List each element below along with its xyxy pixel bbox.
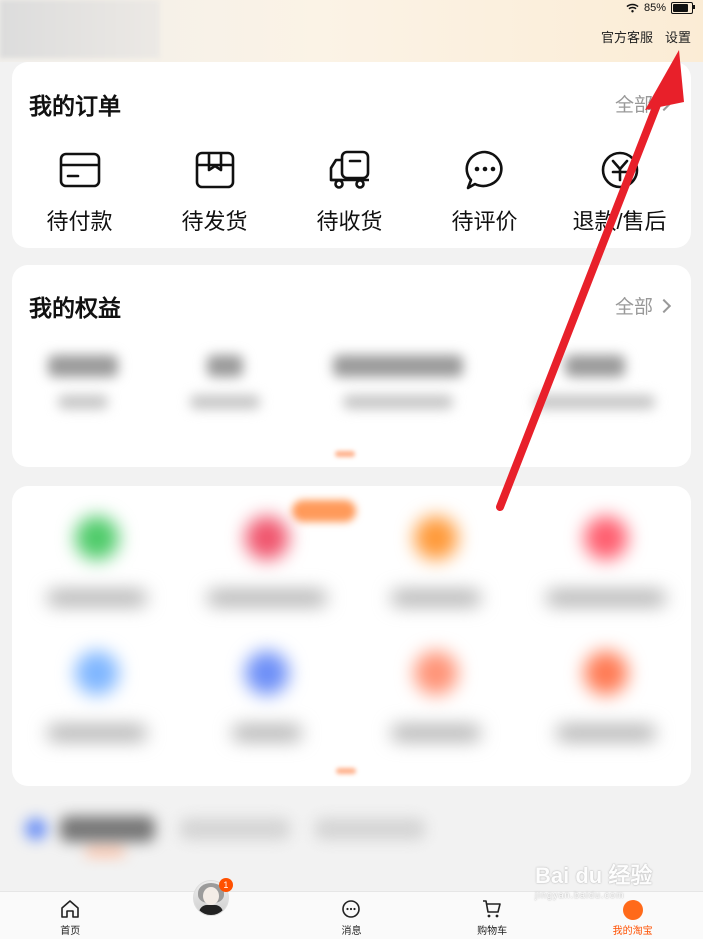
tab-messages[interactable]: 消息 xyxy=(281,892,422,939)
home-icon xyxy=(61,900,80,918)
wifi-icon xyxy=(626,3,639,13)
battery-icon xyxy=(671,2,695,14)
order-refund-aftersale[interactable]: 退款/售后 xyxy=(552,148,687,236)
tab-label: 消息 xyxy=(341,926,362,937)
blurred-tools-grid xyxy=(12,516,691,786)
chat-bubble-icon xyxy=(464,150,503,190)
page-indicator xyxy=(336,768,356,774)
truck-icon xyxy=(329,150,369,189)
page-indicator xyxy=(335,451,355,457)
orders-title: 我的订单 xyxy=(29,93,121,119)
blurred-bottom-content xyxy=(0,800,703,860)
cart-icon xyxy=(483,900,501,918)
tab-avatar[interactable]: 1 xyxy=(141,878,282,939)
watermark-url: jingyan.baidu.com xyxy=(535,890,625,900)
order-pending-receipt[interactable]: 待收货 xyxy=(282,148,417,236)
order-item-label: 退款/售后 xyxy=(572,209,667,234)
orders-all-label: 全部 xyxy=(614,95,653,116)
order-status-row: 待付款 待发货 待收货 待评价 退款/售后 xyxy=(12,148,691,236)
order-item-label: 待付款 xyxy=(46,209,113,234)
benefits-all-label: 全部 xyxy=(614,297,653,318)
baidu-watermark: Bai du 经验 jingyan.baidu.com xyxy=(535,858,652,900)
message-icon xyxy=(342,900,361,918)
benefits-all-link[interactable]: 全部 xyxy=(614,292,672,319)
tab-label: 我的淘宝 xyxy=(612,926,653,937)
tools-card xyxy=(12,486,691,786)
tab-home[interactable]: 首页 xyxy=(0,892,141,939)
blurred-header-area xyxy=(0,0,160,58)
order-pending-payment[interactable]: 待付款 xyxy=(12,148,147,236)
orders-card: 我的订单 全部 待付款 待发货 待收货 待评价 退款/售后 xyxy=(12,62,691,248)
battery-percent: 85% xyxy=(643,2,666,14)
watermark-text: Bai du 经验 xyxy=(535,863,653,888)
header-links: 官方客服 设置 xyxy=(601,27,691,46)
order-pending-review[interactable]: 待评价 xyxy=(417,148,552,236)
chevron-right-icon xyxy=(656,96,672,111)
wallet-icon xyxy=(59,152,100,188)
order-item-label: 待发货 xyxy=(181,209,248,234)
order-item-label: 待评价 xyxy=(451,209,518,234)
benefits-card: 我的权益 全部 xyxy=(12,265,691,467)
chevron-right-icon xyxy=(656,298,672,313)
box-icon xyxy=(195,151,234,189)
refund-icon xyxy=(601,151,638,189)
notification-badge: 1 xyxy=(218,878,233,892)
benefits-title: 我的权益 xyxy=(29,295,121,321)
tab-label: 首页 xyxy=(60,926,81,937)
tab-label: 购物车 xyxy=(477,926,508,937)
status-bar: 85% xyxy=(626,2,695,14)
orders-all-link[interactable]: 全部 xyxy=(614,90,672,117)
settings-link[interactable]: 设置 xyxy=(665,27,691,46)
blurred-benefits-content xyxy=(12,355,691,409)
customer-service-link[interactable]: 官方客服 xyxy=(601,27,653,46)
order-item-label: 待收货 xyxy=(316,209,383,234)
order-pending-shipment[interactable]: 待发货 xyxy=(147,148,282,236)
profile-icon xyxy=(622,900,643,920)
